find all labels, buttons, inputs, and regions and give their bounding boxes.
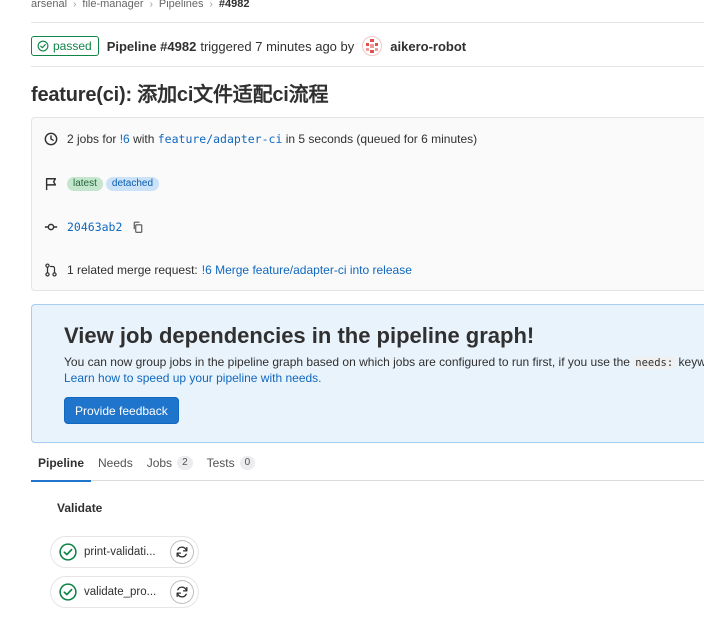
needs-keyword-code: needs: [633,357,676,369]
page-title: feature(ci): 添加ci文件适配ci流程 [31,84,329,106]
related-mr-row: 1 related merge request: !6 Merge featur… [44,263,412,277]
callout-heading: View job dependencies in the pipeline gr… [64,323,535,348]
copy-icon[interactable] [131,220,145,234]
job-pill[interactable]: print-validati... [50,536,199,568]
success-status-icon [59,543,77,561]
mr-ref-link[interactable]: !6 [120,132,130,146]
divider [31,22,704,23]
pipeline-header: passed Pipeline #4982 triggered 7 minute… [31,35,466,57]
callout-body: You can now group jobs in the pipeline g… [64,354,704,372]
tag-detached: detached [105,177,160,191]
flag-icon [44,177,58,191]
callout-body-text: You can now group jobs in the pipeline g… [64,355,630,369]
tab-tests[interactable]: Tests 0 [200,444,263,481]
divider [31,66,704,67]
commit-icon [44,220,58,234]
pipeline-info-panel: 2 jobs for !6 with feature/adapter-ci in… [31,117,704,291]
breadcrumb-item-pipelines[interactable]: Pipelines [159,0,204,10]
stage-title: Validate [57,501,103,515]
duration-text: in 5 seconds (queued for 6 minutes) [285,132,478,146]
with-text: with [133,132,155,146]
success-status-icon [59,583,77,601]
retry-icon [176,586,188,598]
tag-latest: latest [67,177,103,191]
related-mr-link[interactable]: !6 Merge feature/adapter-ci into release [202,263,412,277]
provide-feedback-button[interactable]: Provide feedback [64,397,179,424]
avatar[interactable] [362,36,383,56]
callout-body-suffix: keyword [678,355,704,369]
pipeline-tabs: Pipeline Needs Jobs 2 Tests 0 [31,444,704,482]
chevron-right-icon: › [149,0,153,10]
chevron-right-icon: › [209,0,213,10]
merge-request-icon [44,263,58,277]
related-mr-text: 1 related merge request: [67,263,198,277]
retry-icon [176,546,188,558]
branch-link[interactable]: feature/adapter-ci [158,132,283,146]
tab-label: Jobs [146,455,173,470]
tags-row: latest detached [44,177,160,191]
job-pill[interactable]: validate_pro... [50,576,199,608]
breadcrumb-item-project[interactable]: file-manager [82,0,143,10]
jobs-count-text: 2 jobs for [67,132,117,146]
tab-pipeline[interactable]: Pipeline [31,444,92,482]
tab-jobs[interactable]: Jobs 2 [140,444,200,481]
user-link[interactable]: aikero-robot [390,39,466,54]
check-circle-icon [37,40,49,52]
triggered-text: triggered 7 minutes ago by [200,38,355,54]
status-badge[interactable]: passed [31,36,99,56]
breadcrumb: arsenal › file-manager › Pipelines › #49… [31,0,249,12]
identicon-icon [362,36,383,56]
clock-icon [44,132,58,146]
chevron-right-icon: › [73,0,77,10]
jobs-row: 2 jobs for !6 with feature/adapter-ci in… [44,132,477,146]
breadcrumb-item-current[interactable]: #4982 [219,0,250,10]
retry-button[interactable] [170,580,194,604]
jobs-text: 2 jobs for !6 with feature/adapter-ci in… [67,132,477,146]
breadcrumb-item-group[interactable]: arsenal [31,0,67,10]
commit-sha-link[interactable]: 20463ab2 [67,220,122,234]
job-name: print-validati... [84,546,156,558]
tab-needs[interactable]: Needs [91,444,140,481]
status-label: passed [53,39,92,53]
tab-label: Tests [206,455,235,470]
retry-button[interactable] [170,540,194,564]
tab-label: Pipeline [38,455,85,470]
tab-count-badge: 0 [239,455,256,470]
job-name: validate_pro... [84,586,157,598]
needs-graph-callout: View job dependencies in the pipeline gr… [31,304,704,443]
commit-row: 20463ab2 [44,220,145,234]
tab-label: Needs [98,455,133,470]
learn-more-link[interactable]: Learn how to speed up your pipeline with… [64,371,322,385]
tab-count-badge: 2 [177,455,193,470]
pipeline-id: Pipeline #4982 [106,38,197,54]
